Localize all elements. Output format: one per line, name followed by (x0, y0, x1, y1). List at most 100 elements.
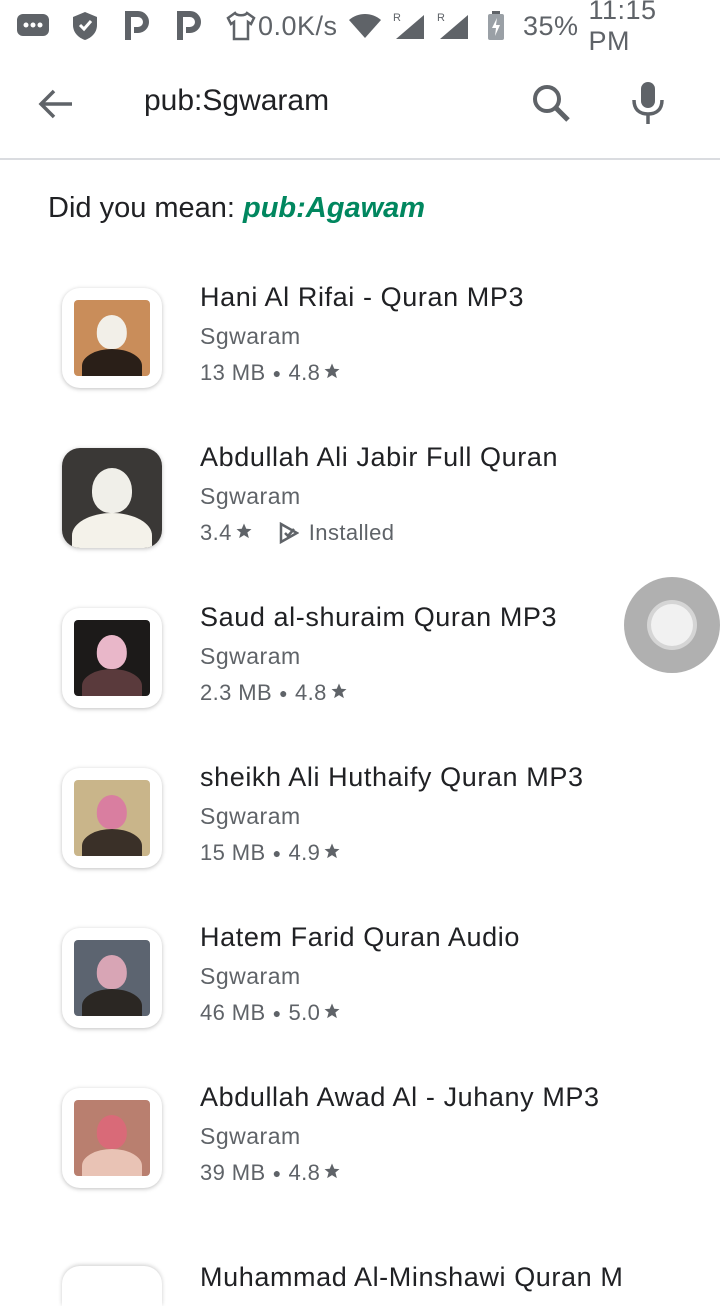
did-you-mean-label: Did you mean: (48, 192, 235, 224)
portrait-head (96, 315, 128, 350)
signal-icon: R (392, 9, 426, 43)
star-icon (323, 362, 341, 385)
app-meta: 39 MB ● 4.8 (200, 1160, 341, 1186)
status-left (16, 9, 258, 43)
app-size: 15 MB (200, 840, 266, 865)
app-rating: 3.4 (200, 520, 232, 545)
app-developer[interactable]: Sgwaram (200, 483, 301, 510)
app-list-item[interactable]: Hani Al Rifai - Quran MP3 Sgwaram 13 MB ● 4.… (0, 268, 720, 408)
battery-icon (480, 9, 513, 43)
app-icon[interactable] (62, 1266, 162, 1306)
app-size: 2.3 MB (200, 680, 273, 705)
star-icon (235, 522, 253, 545)
clock: 11:15 PM (588, 0, 657, 56)
portrait-head (96, 635, 128, 670)
network-speed: 0.0K/s (258, 10, 338, 41)
portrait-head (92, 468, 132, 513)
app-icon-image (74, 620, 150, 696)
parking-icon (172, 9, 206, 43)
app-icon[interactable] (62, 768, 162, 868)
app-developer[interactable]: Sgwaram (200, 803, 301, 830)
shield-icon (68, 9, 102, 43)
app-icon[interactable] (62, 448, 162, 548)
star-icon (330, 682, 348, 705)
signal-icon: R (436, 9, 470, 43)
app-icon-image (74, 1100, 150, 1176)
app-size: 39 MB (200, 1160, 266, 1185)
app-icon[interactable] (62, 608, 162, 708)
app-meta: 15 MB ● 4.9 (200, 840, 341, 866)
app-icon-image (74, 940, 150, 1016)
app-rating: 5.0 (288, 1000, 321, 1025)
app-icon-image (62, 448, 162, 548)
app-list-item[interactable]: Saud al-shuraim Quran MP3 Sgwaram 2.3 MB ● 4… (0, 588, 720, 728)
message-icon (16, 9, 50, 43)
star-icon (323, 1162, 341, 1185)
portrait-body (81, 989, 143, 1016)
portrait-body (72, 513, 152, 548)
app-developer[interactable]: Sgwaram (200, 1123, 301, 1150)
app-title[interactable]: sheikh Ali Huthaify Quran MP3 (200, 762, 584, 793)
app-rating: 4.8 (288, 1160, 321, 1185)
back-arrow-icon (38, 89, 72, 119)
wifi-icon (348, 9, 382, 43)
portrait-body (81, 349, 143, 376)
app-title[interactable]: Hani Al Rifai - Quran MP3 (200, 282, 524, 313)
app-title[interactable]: Abdullah Awad Al - Juhany MP3 (200, 1082, 600, 1113)
suggestion-link[interactable]: pub:Agawam (243, 192, 425, 224)
back-button[interactable] (36, 84, 76, 124)
app-icon[interactable] (62, 288, 162, 388)
portrait-body (81, 1149, 143, 1176)
search-icon (533, 85, 570, 122)
app-rating: 4.8 (288, 360, 321, 385)
app-title[interactable]: Saud al-shuraim Quran MP3 (200, 602, 557, 633)
portrait-body (81, 669, 143, 696)
parking-icon (120, 9, 154, 43)
app-list-item[interactable]: Abdullah Ali Jabir Full Quran Sgwaram 3.4 I… (0, 428, 720, 568)
app-developer[interactable]: Sgwaram (200, 643, 301, 670)
search-input[interactable]: pub:Sgwaram (144, 84, 329, 118)
app-size: 13 MB (200, 360, 266, 385)
separator-dot: ● (272, 845, 282, 861)
separator-dot: ● (272, 1005, 282, 1021)
status-bar: 0.0K/s R R 35% 11:15 PM (0, 0, 720, 56)
installed-label: Installed (308, 520, 395, 545)
shirt-icon (224, 9, 258, 43)
app-title[interactable]: Abdullah Ali Jabir Full Quran (200, 442, 558, 473)
microphone-icon (632, 82, 664, 124)
portrait-head (96, 1115, 128, 1150)
separator-dot: ● (279, 685, 288, 701)
app-meta: 46 MB ● 5.0 (200, 1000, 341, 1026)
battery-level: 35% (522, 10, 579, 41)
app-list-item[interactable]: sheikh Ali Huthaify Quran MP3 Sgwaram 15 M… (0, 748, 720, 888)
search-bar: pub:Sgwaram (0, 52, 720, 160)
app-list-item[interactable]: Hatem Farid Quran Audio Sgwaram 46 MB ● 5.0 (0, 908, 720, 1048)
installed-icon (279, 522, 299, 544)
search-button[interactable] (530, 82, 572, 124)
app-rating: 4.9 (288, 840, 321, 865)
app-title[interactable]: Hatem Farid Quran Audio (200, 922, 520, 953)
portrait-head (96, 955, 128, 990)
did-you-mean: Did you mean: pub:Agawam (48, 192, 425, 225)
app-icon[interactable] (62, 928, 162, 1028)
star-icon (323, 842, 341, 865)
app-icon[interactable] (62, 1088, 162, 1188)
app-title[interactable]: Muhammad Al-Minshawi Quran M (200, 1262, 623, 1293)
app-icon-image (74, 780, 150, 856)
app-meta: 2.3 MB ● 4.8 (200, 680, 348, 706)
floating-button-inner (647, 600, 697, 650)
floating-assistive-button[interactable] (624, 577, 720, 673)
app-meta: 3.4 Installed (200, 520, 394, 546)
status-right: 0.0K/s R R 35% 11:15 PM (258, 0, 704, 57)
app-rating: 4.8 (294, 680, 327, 705)
app-developer[interactable]: Sgwaram (200, 963, 301, 990)
app-developer[interactable]: Sgwaram (200, 323, 301, 350)
separator-dot: ● (272, 365, 282, 381)
voice-search-button[interactable] (628, 80, 668, 126)
svg-text:R: R (393, 12, 401, 24)
portrait-body (81, 829, 143, 856)
separator-dot: ● (272, 1165, 282, 1181)
portrait-head (96, 795, 128, 830)
svg-text:R: R (437, 12, 445, 24)
app-list-item[interactable]: Abdullah Awad Al - Juhany MP3 Sgwaram 39 M… (0, 1068, 720, 1208)
